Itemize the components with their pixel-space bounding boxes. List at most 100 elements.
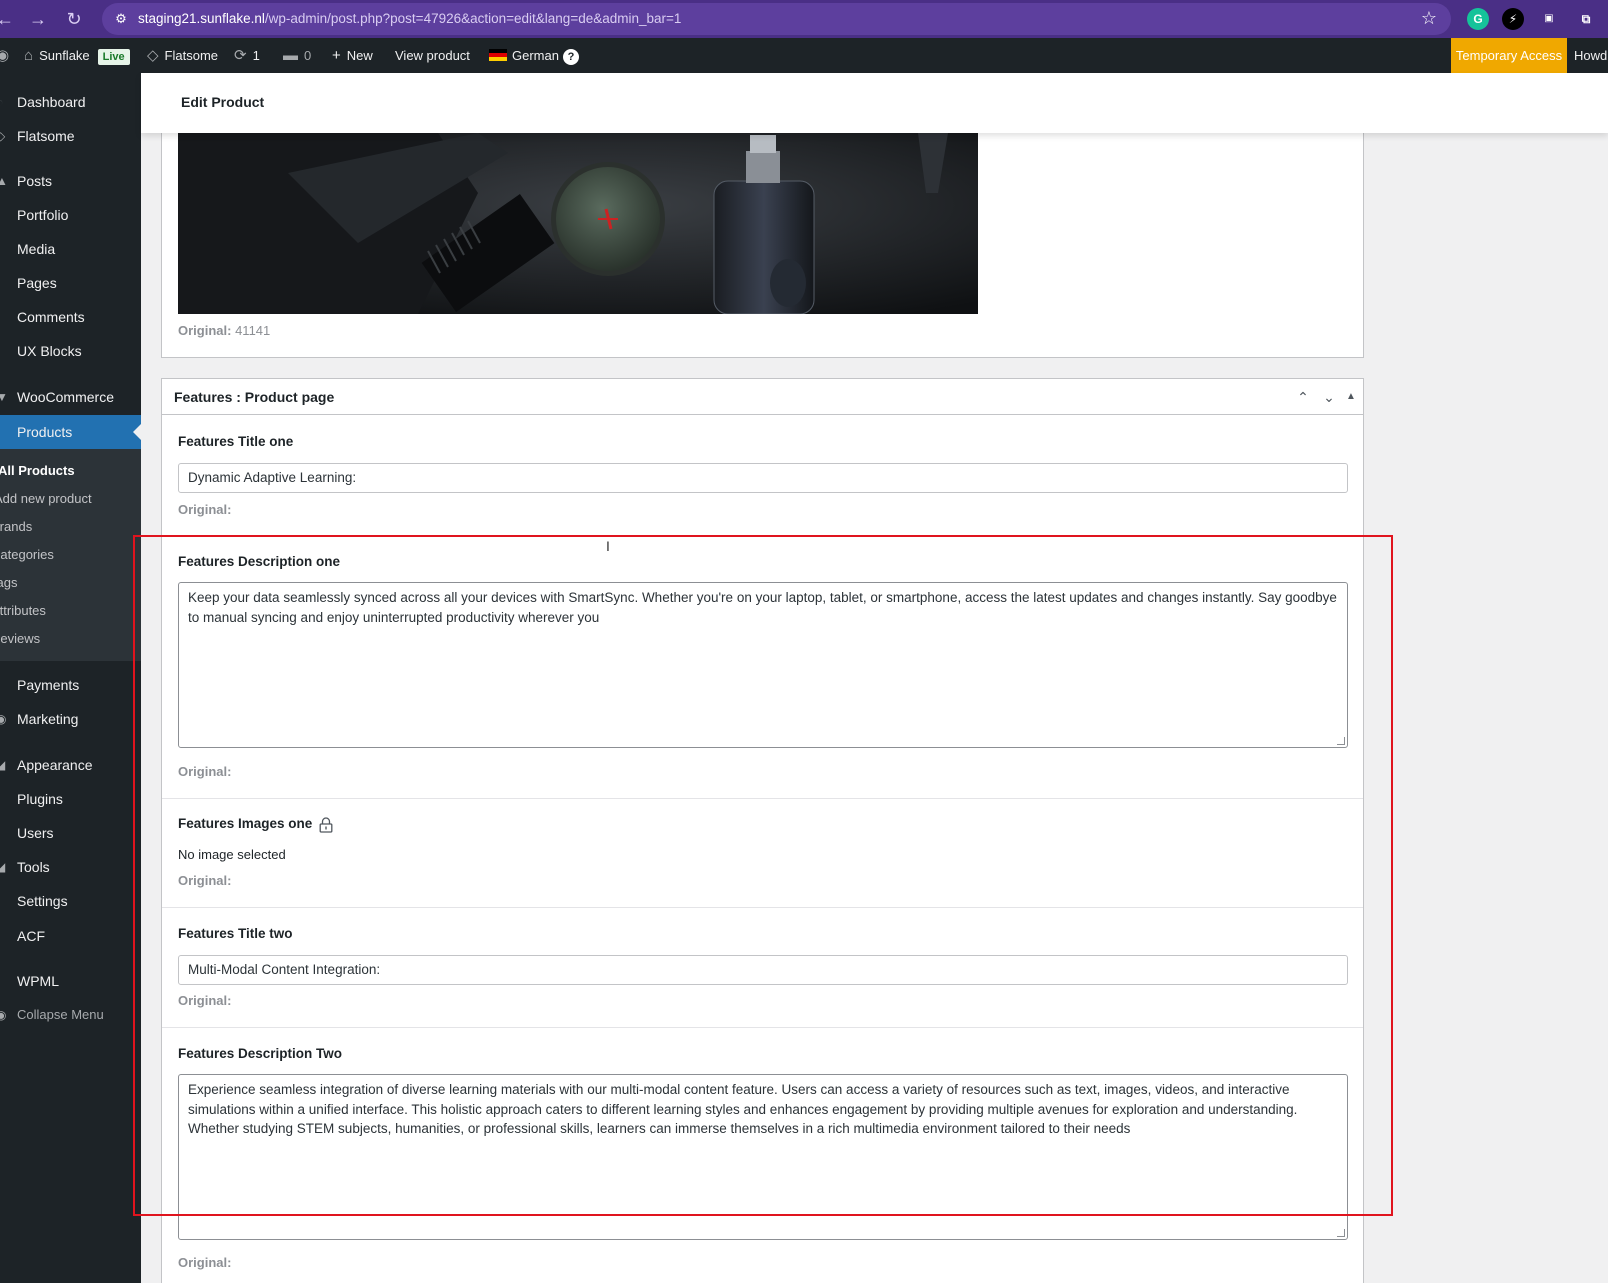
resize-grip-icon[interactable] bbox=[1337, 1229, 1345, 1237]
pages-icon: ▪ bbox=[0, 266, 8, 300]
site-settings-icon[interactable]: ⚙ bbox=[112, 10, 130, 28]
marketing-icon: ◉ bbox=[0, 712, 7, 726]
lock-icon bbox=[319, 817, 333, 833]
features-images-one-label: Features Images one bbox=[178, 816, 313, 831]
sidebar-item-wpml[interactable]: ▪WPML bbox=[0, 964, 141, 998]
users-icon: ▪ bbox=[0, 816, 8, 850]
features-title-one-original: Original: bbox=[178, 502, 232, 517]
submenu-categories[interactable]: Categories bbox=[0, 547, 54, 562]
features-description-one-label: Features Description one bbox=[178, 554, 341, 569]
submenu-tags[interactable]: Tags bbox=[0, 575, 17, 590]
new-content-link[interactable]: + New bbox=[332, 38, 373, 73]
diamond-icon: ◇ bbox=[147, 47, 159, 64]
brush-icon: ◢ bbox=[0, 758, 6, 772]
wrench-icon: ◢ bbox=[0, 860, 6, 874]
page-title: Edit Product bbox=[181, 94, 265, 110]
forward-arrow-icon[interactable]: → bbox=[27, 8, 49, 30]
submenu-all-products[interactable]: All Products bbox=[0, 463, 75, 478]
media-extension-icon[interactable]: ▣ bbox=[1538, 8, 1560, 30]
woocommerce-icon: ▼ bbox=[0, 390, 8, 404]
updates-link[interactable]: ⟳ 1 bbox=[234, 38, 260, 73]
product-image[interactable] bbox=[178, 133, 978, 314]
live-badge: Live bbox=[97, 49, 130, 65]
lightning-extension-icon[interactable]: ⚡ bbox=[1502, 8, 1524, 30]
diamond-icon: ◇ bbox=[0, 129, 6, 143]
no-image-selected-text: No image selected bbox=[178, 847, 286, 862]
howdy-user-menu[interactable]: Howd bbox=[1574, 38, 1607, 73]
language-switcher[interactable]: German? bbox=[489, 38, 579, 73]
site-name-link[interactable]: ⌂ Sunflake Live bbox=[24, 38, 130, 73]
sidebar-item-tools[interactable]: ◢ Tools bbox=[0, 850, 141, 884]
back-arrow-icon[interactable]: ← bbox=[0, 8, 16, 30]
sidebar-item-products[interactable]: ▪Products bbox=[0, 415, 141, 449]
sidebar-item-portfolio[interactable]: ▪Portfolio bbox=[0, 198, 141, 232]
sidebar-item-settings[interactable]: ▪Settings bbox=[0, 884, 141, 918]
field-divider bbox=[162, 1027, 1363, 1028]
collapse-icon: ◉ bbox=[0, 1008, 7, 1022]
comments-icon: ▪ bbox=[0, 300, 8, 334]
resize-grip-icon[interactable] bbox=[1337, 737, 1345, 745]
bookmark-star-icon[interactable]: ☆ bbox=[1421, 8, 1437, 29]
dashboard-icon: ◐ bbox=[0, 85, 8, 119]
comments-link[interactable]: ▬ 0 bbox=[283, 38, 311, 73]
image-original-label: Original: 41141 bbox=[178, 323, 271, 338]
sidebar-item-users[interactable]: ▪Users bbox=[0, 816, 141, 850]
updates-icon: ⟳ bbox=[234, 47, 247, 64]
sidebar-item-dashboard[interactable]: ◐Dashboard bbox=[0, 85, 141, 119]
help-icon[interactable]: ? bbox=[562, 49, 579, 65]
collapse-menu-button[interactable]: ◉ Collapse Menu bbox=[0, 998, 141, 1032]
features-description-one-textarea[interactable]: Keep your data seamlessly synced across … bbox=[178, 582, 1348, 748]
view-product-link[interactable]: View product bbox=[395, 38, 470, 73]
wpml-icon: ▪ bbox=[0, 964, 8, 998]
sidebar-item-acf[interactable]: ▪ACF bbox=[0, 919, 141, 953]
extensions-puzzle-icon[interactable]: ⧉ bbox=[1575, 8, 1597, 30]
home-icon: ⌂ bbox=[24, 47, 34, 64]
plug-icon: ▪ bbox=[0, 782, 8, 816]
sidebar-item-marketing[interactable]: ◉ Marketing bbox=[0, 702, 141, 736]
features-title-two-input[interactable]: Multi-Modal Content Integration: bbox=[178, 955, 1348, 985]
submenu-reviews[interactable]: Reviews bbox=[0, 631, 40, 646]
sidebar-item-comments[interactable]: ▪Comments bbox=[0, 300, 141, 334]
toggle-panel-triangle-icon[interactable]: ▲ bbox=[1339, 385, 1363, 409]
wordpress-logo-icon[interactable]: ◉ bbox=[0, 38, 15, 73]
media-icon: ▪ bbox=[0, 232, 8, 266]
features-images-one-original: Original: bbox=[178, 873, 232, 888]
url-text[interactable]: staging21.sunflake.nl/wp-admin/post.php?… bbox=[138, 11, 681, 26]
sidebar-item-appearance[interactable]: ◢ Appearance bbox=[0, 748, 141, 782]
pin-icon: ▲ bbox=[0, 174, 8, 188]
temporary-access-button[interactable]: Temporary Access bbox=[1451, 38, 1567, 73]
submenu-attributes[interactable]: Attributes bbox=[0, 603, 46, 618]
plus-icon: + bbox=[332, 47, 341, 64]
sidebar-item-woocommerce[interactable]: ▼ WooCommerce bbox=[0, 380, 141, 414]
theme-link[interactable]: ◇ Flatsome bbox=[147, 38, 218, 73]
reload-icon[interactable]: ↻ bbox=[63, 8, 85, 30]
move-down-chevron-icon[interactable]: ⌄ bbox=[1317, 385, 1341, 409]
sidebar-item-media[interactable]: ▪Media bbox=[0, 232, 141, 266]
features-description-two-textarea[interactable]: Experience seamless integration of diver… bbox=[178, 1074, 1348, 1240]
text-cursor-icon: I bbox=[606, 538, 610, 554]
features-title-one-label: Features Title one bbox=[178, 434, 294, 449]
german-flag-icon bbox=[489, 49, 507, 61]
features-panel-header: Features : Product page ⌃ ⌄ ▲ bbox=[162, 379, 1363, 415]
sidebar-item-plugins[interactable]: ▪Plugins bbox=[0, 782, 141, 816]
features-panel: Features : Product page ⌃ ⌄ ▲ Features T… bbox=[161, 378, 1364, 1283]
blocks-icon: ▪ bbox=[0, 334, 8, 368]
address-bar[interactable]: ⚙ staging21.sunflake.nl/wp-admin/post.ph… bbox=[102, 3, 1451, 35]
grammarly-extension-icon[interactable]: G bbox=[1467, 8, 1489, 30]
sidebar-item-posts[interactable]: ▲ Posts bbox=[0, 164, 141, 198]
sidebar-item-flatsome[interactable]: ◇ Flatsome bbox=[0, 119, 141, 153]
products-submenu: All Products Add new product Brands Cate… bbox=[0, 449, 141, 661]
sidebar-item-ux-blocks[interactable]: ▪UX Blocks bbox=[0, 334, 141, 368]
move-up-chevron-icon[interactable]: ⌃ bbox=[1291, 385, 1315, 409]
portfolio-icon: ▪ bbox=[0, 198, 8, 232]
sidebar-item-payments[interactable]: ▪Payments bbox=[0, 668, 141, 702]
field-divider bbox=[162, 907, 1363, 908]
submenu-add-new-product[interactable]: Add new product bbox=[0, 491, 92, 506]
features-description-two-label: Features Description Two bbox=[178, 1046, 343, 1061]
comment-bubble-icon: ▬ bbox=[283, 47, 298, 64]
features-title-one-input[interactable]: Dynamic Adaptive Learning: bbox=[178, 463, 1348, 493]
sidebar-item-pages[interactable]: ▪Pages bbox=[0, 266, 141, 300]
product-photo bbox=[178, 133, 978, 314]
products-icon: ▪ bbox=[0, 415, 8, 449]
submenu-brands[interactable]: Brands bbox=[0, 519, 32, 534]
